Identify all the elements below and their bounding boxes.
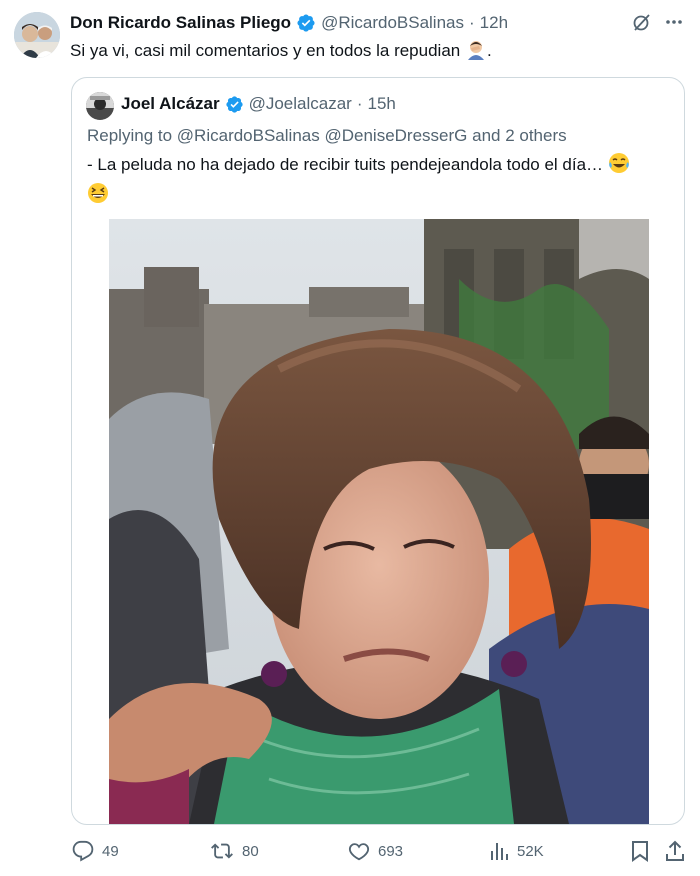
- facepalm-emoji: [465, 38, 487, 66]
- bookmark-icon: [630, 840, 650, 862]
- verified-badge-icon: [296, 13, 316, 33]
- grok-icon[interactable]: [632, 12, 652, 37]
- tweet-text-body: Si ya vi, casi mil comentarios y en todo…: [70, 41, 461, 60]
- quote-text: - La peluda no ha dejado de recibir tuit…: [87, 152, 673, 212]
- replying-prefix: Replying to: [87, 126, 173, 145]
- replying-others[interactable]: and 2 others: [472, 126, 567, 145]
- quote-text-body: - La peluda no ha dejado de recibir tuit…: [87, 155, 604, 174]
- quote-avatar-photo: [86, 92, 114, 120]
- more-icon[interactable]: [664, 12, 684, 37]
- grinning-squint-emoji: [87, 182, 109, 212]
- author-handle[interactable]: @RicardoBSalinas: [321, 13, 464, 33]
- quote-header: Joel Alcázar @Joelalcazar · 15h: [121, 94, 396, 114]
- quote-author-avatar[interactable]: [86, 92, 114, 120]
- retweet-count: 80: [242, 842, 259, 860]
- media-photo: [109, 219, 649, 824]
- reply-button[interactable]: 49: [72, 840, 119, 862]
- replying-user-1[interactable]: @RicardoBSalinas: [177, 126, 320, 145]
- retweet-button[interactable]: 80: [210, 840, 259, 862]
- quote-time[interactable]: 15h: [368, 94, 396, 114]
- quote-media-image[interactable]: [109, 219, 649, 824]
- views-count: 52K: [517, 842, 544, 860]
- separator: ·: [469, 13, 475, 32]
- tweet-top-actions: [632, 12, 684, 37]
- retweet-icon: [210, 840, 234, 862]
- quoted-tweet[interactable]: Joel Alcázar @Joelalcazar · 15h Replying…: [71, 77, 685, 825]
- quote-author-name[interactable]: Joel Alcázar: [121, 94, 220, 114]
- like-button[interactable]: 693: [348, 840, 403, 862]
- views-button[interactable]: 52K: [489, 840, 544, 862]
- tweet-header: Don Ricardo Salinas Pliego @RicardoBSali…: [70, 11, 508, 35]
- like-count: 693: [378, 842, 404, 860]
- tweet-text-end: .: [486, 41, 492, 60]
- replying-to: Replying to @RicardoBSalinas @DeniseDres…: [87, 126, 567, 146]
- quote-author-handle[interactable]: @Joelalcazar: [249, 94, 352, 114]
- bookmark-button[interactable]: [630, 840, 650, 862]
- reply-icon: [72, 840, 94, 862]
- verified-badge-icon: [225, 95, 244, 114]
- tweet-actions: 49 80 693 52K: [0, 840, 700, 868]
- replying-user-2[interactable]: @DeniseDresserG: [324, 126, 467, 145]
- author-avatar[interactable]: [14, 12, 60, 58]
- laughing-tears-emoji: [608, 152, 630, 182]
- share-button[interactable]: [665, 840, 685, 862]
- share-icon: [665, 840, 685, 862]
- like-icon: [348, 840, 370, 862]
- tweet-text: Si ya vi, casi mil comentarios y en todo…: [70, 38, 492, 66]
- quote-separator: ·: [356, 94, 363, 113]
- tweet-time[interactable]: 12h: [480, 13, 508, 33]
- author-name[interactable]: Don Ricardo Salinas Pliego: [70, 13, 291, 33]
- views-icon: [489, 840, 509, 862]
- reply-count: 49: [102, 842, 119, 860]
- avatar-photo: [14, 12, 60, 58]
